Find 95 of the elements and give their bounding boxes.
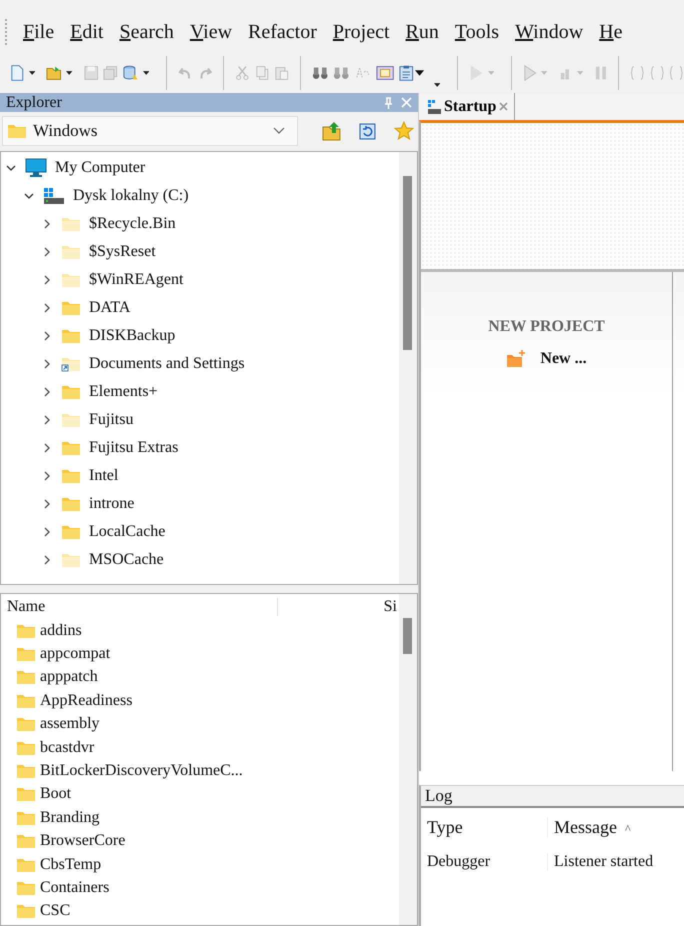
folder-icon: [16, 810, 36, 826]
binoculars-icon[interactable]: [333, 65, 350, 81]
tree-item[interactable]: Documents and Settings: [89, 355, 245, 373]
menu-item[interactable]: Refactor: [242, 20, 327, 44]
file-name[interactable]: Branding: [40, 808, 100, 827]
file-name[interactable]: AppReadiness: [40, 692, 132, 710]
copy-icon[interactable]: [254, 65, 270, 81]
tree-item[interactable]: DISKBackup: [89, 327, 176, 345]
cut-icon[interactable]: [235, 65, 250, 81]
refresh-icon[interactable]: [358, 120, 378, 140]
tree-item[interactable]: Fujitsu: [89, 411, 134, 429]
folder-icon: [16, 786, 36, 802]
folder-icon: [16, 740, 36, 756]
tree-item[interactable]: Dysk lokalny (C:): [73, 187, 189, 205]
folder-icon: [16, 692, 36, 709]
folder-icon: [16, 833, 36, 850]
menu-item[interactable]: He: [593, 20, 632, 44]
column-header[interactable]: Si: [278, 598, 399, 616]
tree-item[interactable]: MSOCache: [89, 551, 164, 569]
menu-item[interactable]: Project: [326, 20, 400, 44]
log-cell: Debugger: [421, 853, 548, 871]
menu-item[interactable]: Tools: [448, 20, 510, 44]
new-project-link[interactable]: New ...: [540, 350, 587, 368]
drive-icon: [427, 98, 441, 114]
monitor-icon: [25, 158, 47, 178]
binoculars-icon[interactable]: [312, 65, 328, 81]
tree-item[interactable]: DATA: [89, 299, 130, 317]
tree-item[interactable]: Elements+: [89, 383, 158, 401]
folder-icon: [16, 622, 36, 639]
star-icon[interactable]: [394, 120, 414, 140]
tree-item[interactable]: $Recycle.Bin: [89, 215, 176, 233]
folder-icon: [16, 646, 36, 662]
column-header[interactable]: Name: [1, 598, 278, 616]
folder-icon: [7, 122, 27, 138]
sort-indicator: ^: [624, 822, 631, 836]
file-name[interactable]: BitLockerDiscoveryVolumeC...: [40, 762, 243, 780]
tree-item[interactable]: Fujitsu Extras: [89, 439, 178, 457]
menu-item[interactable]: File: [17, 20, 64, 44]
file-name[interactable]: BrowserCore: [40, 832, 126, 850]
frame-icon[interactable]: [376, 65, 394, 81]
new-file-icon[interactable]: [10, 64, 25, 82]
menu-item[interactable]: View: [184, 20, 242, 44]
section-heading: NEW PROJECT: [488, 318, 605, 336]
tree-item[interactable]: My Computer: [55, 159, 146, 177]
clipboard-icon[interactable]: [399, 64, 414, 82]
dropdown-arrow-icon[interactable]: [66, 71, 73, 75]
folder-icon: [16, 903, 36, 920]
folder-icon: [16, 763, 36, 780]
dropdown-arrow-icon[interactable]: [143, 71, 150, 75]
column-header[interactable]: Type: [427, 816, 463, 836]
drive-icon: [43, 187, 65, 205]
file-name[interactable]: apppatch: [40, 668, 98, 686]
dropdown-arrow-icon[interactable]: [28, 71, 35, 75]
file-name[interactable]: Containers: [40, 878, 110, 897]
database-icon[interactable]: [122, 64, 140, 82]
file-name[interactable]: assembly: [40, 715, 100, 734]
new-folder-icon[interactable]: [506, 350, 526, 368]
save-icon[interactable]: [84, 65, 98, 81]
column-header[interactable]: Message: [554, 816, 617, 836]
debug-run-icon[interactable]: [522, 64, 538, 82]
log-cell-text: Listener started: [553, 853, 654, 871]
file-name[interactable]: Boot: [40, 785, 72, 804]
scrollbar-thumb[interactable]: [403, 618, 412, 654]
folder-icon: [16, 856, 36, 873]
menu-item[interactable]: Window: [509, 20, 594, 44]
dropdown-arrow-icon[interactable]: [414, 70, 424, 76]
undo-icon[interactable]: [178, 65, 193, 81]
file-name[interactable]: CbsTemp: [40, 856, 102, 874]
folder-up-icon[interactable]: [322, 120, 342, 140]
chevron-down-icon: [273, 126, 286, 134]
file-name[interactable]: bcastdvr: [40, 738, 94, 757]
menu-item[interactable]: Search: [113, 20, 184, 44]
file-name[interactable]: appcompat: [40, 645, 110, 664]
menu-item[interactable]: Edit: [64, 20, 114, 44]
folder-icon: [16, 669, 36, 686]
tree-item[interactable]: Intel: [89, 467, 118, 485]
file-name[interactable]: CSC: [40, 902, 70, 920]
tree-item[interactable]: $SysReset: [89, 243, 156, 261]
paste-icon[interactable]: [274, 65, 289, 81]
redo-icon[interactable]: [198, 65, 212, 81]
location-dropdown[interactable]: Windows: [2, 116, 298, 146]
tree-item[interactable]: LocalCache: [89, 523, 166, 541]
menu-item[interactable]: Run: [400, 20, 449, 44]
panel-title: Explorer: [6, 94, 63, 112]
pin-icon[interactable]: [384, 96, 393, 108]
scrollbar-thumb[interactable]: [403, 176, 412, 350]
panel-title: Log: [421, 786, 684, 808]
overflow-arrow-icon[interactable]: [434, 83, 440, 87]
save-all-icon[interactable]: [103, 65, 118, 81]
folder-icon: [16, 716, 36, 732]
tree-item[interactable]: introne: [89, 495, 134, 513]
folder-icon: [16, 880, 36, 896]
file-name[interactable]: addins: [40, 622, 82, 640]
tree-item[interactable]: $WinREAgent: [89, 271, 184, 289]
close-icon[interactable]: [499, 102, 508, 111]
